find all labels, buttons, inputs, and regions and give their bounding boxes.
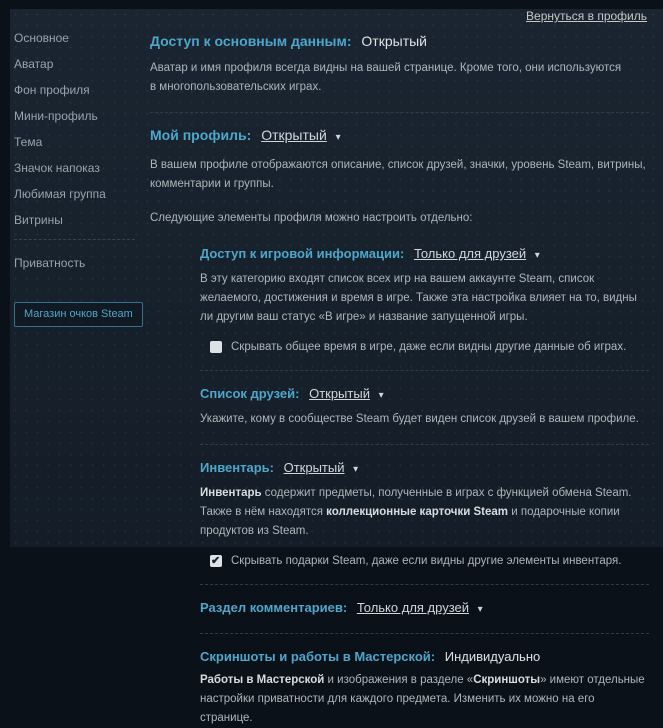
privacy-settings-content: Вернуться в профиль Доступ к основным да… — [147, 9, 663, 547]
workshop-section-header: Скриншоты и работы в Мастерской: Индивид… — [200, 648, 649, 665]
game-info-title: Доступ к игровой информации: — [200, 246, 404, 261]
subsection-divider — [200, 584, 649, 585]
section-divider — [150, 112, 649, 113]
game-info-description: В эту категорию входят список всех игр н… — [200, 270, 649, 327]
workshop-value: Индивидуально — [445, 649, 540, 664]
caret-down-icon: ▾ — [379, 387, 384, 404]
sidebar: Основное Аватар Фон профиля Мини-профиль… — [10, 9, 147, 547]
subsection-divider — [200, 370, 649, 371]
my-profile-section-header: Мой профиль: Открытый ▾ — [150, 126, 649, 147]
game-info-value: Только для друзей — [414, 246, 526, 261]
inventory-section-header: Инвентарь: Открытый ▾ — [200, 459, 649, 478]
game-info-dropdown[interactable]: Только для друзей ▾ — [414, 246, 540, 261]
basic-access-description: Аватар и имя профиля всегда видны на ваш… — [150, 59, 624, 97]
hide-playtime-checkbox[interactable] — [210, 341, 222, 353]
friends-list-title: Список друзей: — [200, 386, 299, 401]
points-shop-button[interactable]: Магазин очков Steam — [14, 302, 143, 327]
subsection-divider — [200, 633, 649, 634]
caret-down-icon: ▾ — [478, 601, 483, 618]
comments-dropdown[interactable]: Только для друзей ▾ — [357, 600, 483, 615]
hide-gifts-checkbox-row: Скрывать подарки Steam, даже если видны … — [210, 554, 649, 569]
screenshots-bold: Скриншоты — [473, 674, 540, 686]
sidebar-item-mini-profile[interactable]: Мини-профиль — [14, 109, 147, 124]
caret-down-icon: ▾ — [353, 461, 358, 478]
inventory-description: Инвентарь содержит предметы, полученные … — [200, 484, 649, 541]
hide-gifts-checkbox-label[interactable]: Скрывать подарки Steam, даже если видны … — [231, 554, 621, 569]
profile-subsections: Доступ к игровой информации: Только для … — [200, 245, 649, 728]
workshop-description: Работы в Мастерской и изображения в разд… — [200, 671, 649, 728]
my-profile-dropdown[interactable]: Открытый ▾ — [261, 127, 341, 143]
hide-playtime-checkbox-label[interactable]: Скрывать общее время в игре, даже если в… — [231, 340, 626, 355]
return-to-profile-link[interactable]: Вернуться в профиль — [150, 9, 647, 23]
subsection-divider — [200, 444, 649, 445]
friends-list-dropdown[interactable]: Открытый ▾ — [309, 386, 384, 401]
my-profile-value: Открытый — [261, 127, 327, 143]
profile-settings-page: Основное Аватар Фон профиля Мини-профиль… — [10, 9, 663, 547]
inventory-value: Открытый — [284, 460, 345, 475]
game-info-section-header: Доступ к игровой информации: Только для … — [200, 245, 649, 264]
friends-list-section-header: Список друзей: Открытый ▾ — [200, 385, 649, 404]
comments-value: Только для друзей — [357, 600, 469, 615]
basic-access-section-header: Доступ к основным данным: Открытый — [150, 32, 649, 50]
basic-access-title: Доступ к основным данным: — [150, 33, 352, 49]
workshop-title: Скриншоты и работы в Мастерской: — [200, 649, 435, 664]
sidebar-divider — [14, 239, 135, 240]
comments-section-header: Раздел комментариев: Только для друзей ▾ — [200, 599, 649, 618]
workshop-description-text: и изображения в разделе « — [324, 674, 473, 686]
sidebar-item-theme[interactable]: Тема — [14, 135, 147, 150]
friends-list-description: Укажите, кому в сообществе Steam будет в… — [200, 410, 649, 429]
sidebar-item-privacy[interactable]: Приватность — [14, 256, 147, 271]
sidebar-item-avatar[interactable]: Аватар — [14, 57, 147, 72]
friends-list-value: Открытый — [309, 386, 370, 401]
my-profile-description: В вашем профиле отображаются описание, с… — [150, 156, 649, 194]
sidebar-item-main[interactable]: Основное — [14, 31, 147, 46]
comments-title: Раздел комментариев: — [200, 600, 347, 615]
inventory-title: Инвентарь: — [200, 460, 274, 475]
inventory-dropdown[interactable]: Открытый ▾ — [284, 460, 359, 475]
hide-gifts-checkbox[interactable] — [210, 555, 222, 567]
trading-cards-bold: коллекционные карточки Steam — [326, 506, 508, 518]
configure-separately-note: Следующие элементы профиля можно настрои… — [150, 209, 649, 228]
sidebar-item-favorite-group[interactable]: Любимая группа — [14, 187, 147, 202]
inventory-description-bold: Инвентарь — [200, 487, 262, 499]
workshop-items-bold: Работы в Мастерской — [200, 674, 324, 686]
caret-down-icon: ▾ — [336, 129, 341, 147]
sidebar-item-featured-badge[interactable]: Значок напоказ — [14, 161, 147, 176]
sidebar-item-profile-background[interactable]: Фон профиля — [14, 83, 147, 98]
basic-access-value: Открытый — [361, 33, 427, 49]
my-profile-title: Мой профиль: — [150, 127, 251, 143]
hide-playtime-checkbox-row: Скрывать общее время в игре, даже если в… — [210, 340, 649, 355]
sidebar-item-showcases[interactable]: Витрины — [14, 213, 147, 228]
caret-down-icon: ▾ — [535, 247, 540, 264]
